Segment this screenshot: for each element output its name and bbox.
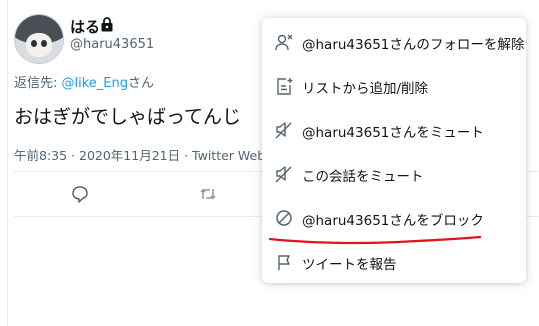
menu-item-label: この会話をミュート [302, 169, 424, 185]
menu-item-label: @haru43651さんをブロック [302, 213, 484, 229]
menu-item-label: ツイートを報告 [302, 257, 397, 273]
block-icon [276, 210, 292, 226]
column-border [7, 0, 8, 326]
reply-prefix: 返信先: [14, 76, 62, 91]
reply-target-link[interactable]: @like_Eng [62, 76, 129, 91]
avatar[interactable] [14, 14, 64, 64]
tweet-detail-panel: はる @haru43651 返信先: @like_Engさん おはぎがでしゃばっ… [0, 0, 539, 326]
menu-item-label: @haru43651さんのフォローを解除 [302, 37, 525, 53]
menu-item-mute-user[interactable]: @haru43651さんをミュート [262, 108, 526, 152]
user-handle[interactable]: @haru43651 [70, 37, 154, 52]
tweet-text: おはぎがでしゃばってんじ [14, 106, 242, 128]
red-underline-annotation [268, 235, 482, 245]
reply-context: 返信先: @like_Engさん [14, 72, 154, 91]
menu-item-list-add[interactable]: リストから追加/削除 [262, 64, 526, 108]
menu-item-mute-conversation[interactable]: この会話をミュート [262, 152, 526, 196]
menu-item-label: リストから追加/削除 [302, 81, 429, 97]
mute-conversation-icon [275, 166, 292, 183]
tweet-timestamp[interactable]: 午前8:35 · 2020年11月21日 · Twitter Web [14, 145, 265, 164]
display-name[interactable]: はる [70, 16, 100, 37]
menu-item-label: @haru43651さんをミュート [302, 125, 484, 141]
list-add-icon [277, 78, 293, 95]
unfollow-icon [275, 34, 293, 51]
retweet-icon[interactable] [198, 184, 218, 204]
menu-item-unfollow[interactable]: @haru43651さんのフォローを解除 [262, 20, 526, 64]
mute-icon [275, 122, 292, 139]
reply-suffix: さん [128, 76, 155, 91]
protected-lock-icon [101, 17, 113, 32]
report-flag-icon [278, 255, 290, 270]
reply-icon[interactable] [70, 184, 90, 204]
